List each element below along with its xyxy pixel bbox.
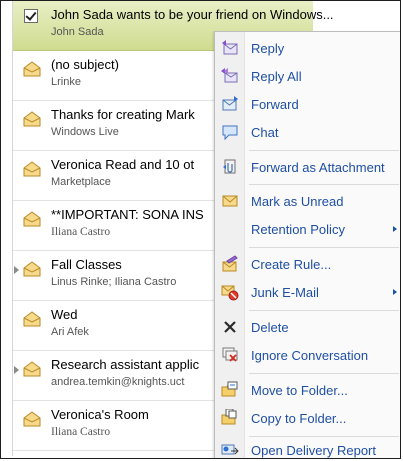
menu-item-label: Retention Policy bbox=[251, 222, 345, 237]
menu-item-mark-as-unread[interactable]: Mark as Unread bbox=[215, 188, 400, 214]
message-sender: Iliana Castro bbox=[51, 426, 111, 438]
message-sender: andrea.temkin@knights.uct bbox=[51, 376, 185, 388]
message-subject: Veronica's Room bbox=[51, 407, 149, 422]
chat-icon bbox=[222, 125, 238, 141]
menu-item-label: Reply bbox=[251, 41, 285, 56]
copy-folder-icon bbox=[221, 409, 237, 425]
message-sender: Lrinke bbox=[51, 76, 81, 88]
junk-mail-icon bbox=[221, 285, 239, 301]
menu-item-label: Delete bbox=[251, 320, 289, 335]
delete-icon bbox=[224, 321, 236, 333]
checkbox-checked-icon[interactable] bbox=[24, 9, 38, 23]
envelope-open-icon bbox=[23, 111, 41, 127]
menu-item-label: Ignore Conversation bbox=[251, 348, 369, 363]
ignore-conversation-icon bbox=[222, 347, 238, 362]
menu-item-ignore-conversation[interactable]: Ignore Conversation bbox=[215, 342, 400, 368]
menu-item-move-to-folder[interactable]: Move to Folder... bbox=[215, 377, 400, 403]
reply-icon bbox=[222, 40, 238, 55]
submenu-arrow-icon bbox=[393, 226, 397, 232]
message-subject: Research assistant applic bbox=[51, 357, 200, 372]
delivery-report-icon bbox=[221, 444, 239, 455]
expand-arrow-icon[interactable] bbox=[14, 266, 19, 274]
menu-item-open-delivery-report[interactable]: Open Delivery Report bbox=[215, 437, 400, 458]
menu-item-forward-as-attachment[interactable]: Forward as Attachment bbox=[215, 154, 400, 180]
envelope-open-icon bbox=[23, 161, 41, 177]
envelope-open-icon bbox=[23, 411, 41, 427]
conversation-icon bbox=[23, 261, 41, 277]
menu-separator bbox=[249, 247, 399, 248]
message-sender: Windows Live bbox=[51, 126, 119, 138]
menu-item-label: Copy to Folder... bbox=[251, 411, 347, 426]
menu-item-label: Forward as Attachment bbox=[251, 160, 385, 175]
menu-separator bbox=[249, 184, 399, 185]
message-sender: John Sada bbox=[51, 26, 104, 38]
menu-item-label: Reply All bbox=[251, 69, 302, 84]
submenu-arrow-icon bbox=[393, 289, 397, 295]
menu-item-chat[interactable]: Chat bbox=[215, 119, 400, 145]
menu-separator bbox=[249, 310, 399, 311]
menu-separator bbox=[249, 373, 399, 374]
envelope-open-icon bbox=[23, 61, 41, 77]
message-sender: Iliana Castro bbox=[51, 226, 111, 238]
message-sender: Marketplace bbox=[51, 176, 111, 188]
forward-icon bbox=[222, 96, 238, 111]
menu-item-junk-e-mail[interactable]: Junk E-Mail bbox=[215, 279, 400, 305]
menu-item-label: Chat bbox=[251, 125, 279, 140]
create-rule-icon bbox=[222, 255, 238, 272]
reply-all-icon bbox=[221, 68, 238, 83]
menu-item-label: Open Delivery Report bbox=[251, 443, 376, 458]
message-subject: John Sada wants to be your friend on Win… bbox=[51, 7, 334, 22]
message-subject: Thanks for creating Mark bbox=[51, 107, 195, 122]
menu-item-delete[interactable]: Delete bbox=[215, 314, 400, 340]
menu-item-copy-to-folder[interactable]: Copy to Folder... bbox=[215, 405, 400, 431]
context-menu: Reply Reply All Forward Chat Forward as … bbox=[214, 31, 400, 458]
menu-item-label: Forward bbox=[251, 97, 299, 112]
menu-item-label: Junk E-Mail bbox=[251, 285, 319, 300]
menu-separator bbox=[249, 150, 399, 151]
menu-item-create-rule[interactable]: Create Rule... bbox=[215, 251, 400, 277]
message-sender: Ari Afek bbox=[51, 326, 89, 338]
envelope-open-icon bbox=[23, 211, 41, 227]
message-subject: Veronica Read and 10 ot bbox=[51, 157, 195, 172]
expand-arrow-icon[interactable] bbox=[14, 366, 19, 374]
outlook-window: John Sada wants to be your friend on Win… bbox=[0, 0, 401, 459]
message-subject: Wed bbox=[51, 307, 78, 322]
menu-item-label: Mark as Unread bbox=[251, 194, 344, 209]
menu-item-label: Move to Folder... bbox=[251, 383, 348, 398]
message-sender: Linus Rinke; Iliana Castro bbox=[51, 276, 177, 288]
menu-item-forward[interactable]: Forward bbox=[215, 91, 400, 117]
message-subject: (no subject) bbox=[51, 57, 119, 72]
menu-item-reply-all[interactable]: Reply All bbox=[215, 63, 400, 89]
message-subject: **IMPORTANT: SONA INS bbox=[51, 207, 204, 222]
menu-item-label: Create Rule... bbox=[251, 257, 332, 272]
message-subject: Fall Classes bbox=[51, 257, 122, 272]
menu-item-retention-policy[interactable]: Retention Policy bbox=[215, 216, 400, 242]
forward-attachment-icon bbox=[223, 159, 236, 174]
mark-unread-icon bbox=[222, 195, 238, 207]
menu-item-reply[interactable]: Reply bbox=[215, 35, 400, 61]
move-folder-icon bbox=[221, 381, 238, 397]
conversation-icon bbox=[23, 361, 41, 377]
envelope-open-icon bbox=[23, 311, 41, 327]
